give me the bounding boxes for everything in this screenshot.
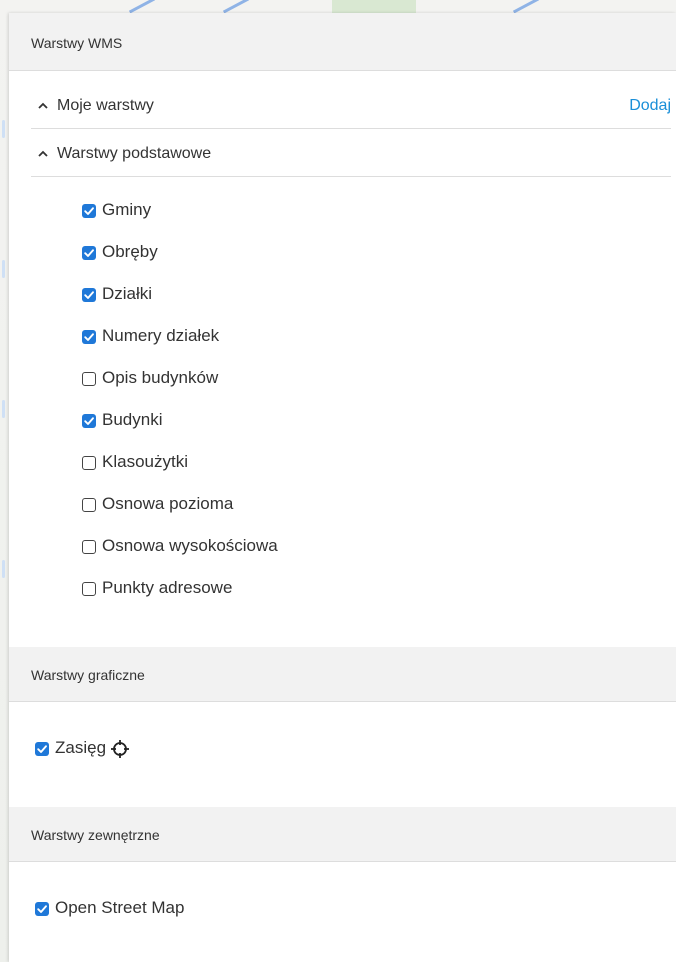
checkbox-unchecked[interactable]: [82, 372, 96, 386]
checkbox-unchecked[interactable]: [82, 456, 96, 470]
group-moje-warstwy[interactable]: Moje warstwy Dodaj: [31, 86, 671, 129]
layer-label[interactable]: Obręby: [102, 242, 158, 262]
layer-label[interactable]: Osnowa wysokościowa: [102, 536, 278, 556]
layer-label[interactable]: Osnowa pozioma: [102, 494, 233, 514]
add-layer-link[interactable]: Dodaj: [629, 97, 671, 115]
layer-label[interactable]: Klasoużytki: [102, 452, 188, 472]
check-icon: [37, 745, 47, 753]
layers-panel: Warstwy WMS Moje warstwy Dodaj Warstwy p…: [9, 13, 676, 962]
layer-label[interactable]: Budynki: [102, 410, 162, 430]
section-header-graficzne: Warstwy graficzne: [9, 647, 676, 702]
map-road: [512, 0, 540, 14]
section-title-graficzne: Warstwy graficzne: [31, 667, 145, 683]
check-icon: [37, 905, 47, 913]
map-road: [128, 0, 156, 14]
section-title-wms: Warstwy WMS: [31, 35, 123, 51]
map-background-top[interactable]: [0, 0, 676, 14]
checkbox-checked[interactable]: [82, 204, 96, 218]
map-road: [2, 560, 5, 578]
section-header-zewnetrzne: Warstwy zewnętrzne: [9, 807, 676, 862]
checkbox-checked[interactable]: [82, 330, 96, 344]
group-label-warstwy-podstawowe[interactable]: Warstwy podstawowe: [57, 145, 211, 163]
checkbox-unchecked[interactable]: [82, 582, 96, 596]
layer-label[interactable]: Gminy: [102, 200, 151, 220]
section-header-wms: Warstwy WMS: [9, 13, 676, 71]
checkbox-checked[interactable]: [82, 288, 96, 302]
layer-label[interactable]: Zasięg: [55, 738, 106, 758]
layer-label[interactable]: Opis budynków: [102, 368, 218, 388]
layer-label[interactable]: Punkty adresowe: [102, 578, 232, 598]
check-icon: [84, 207, 94, 215]
layer-label[interactable]: Działki: [102, 284, 152, 304]
map-road: [222, 0, 250, 14]
chevron-up-icon[interactable]: [37, 100, 49, 112]
check-icon: [84, 249, 94, 257]
crosshair-icon[interactable]: [110, 739, 130, 759]
checkbox-unchecked[interactable]: [82, 498, 96, 512]
check-icon: [84, 333, 94, 341]
checkbox-checked[interactable]: [82, 246, 96, 260]
map-park-area: [332, 0, 416, 13]
group-label-moje-warstwy[interactable]: Moje warstwy: [57, 97, 154, 115]
layer-label[interactable]: Numery działek: [102, 326, 219, 346]
checkbox-checked[interactable]: [35, 902, 49, 916]
layer-label[interactable]: Open Street Map: [55, 898, 184, 918]
checkbox-unchecked[interactable]: [82, 540, 96, 554]
checkbox-checked[interactable]: [82, 414, 96, 428]
map-road: [2, 120, 5, 138]
check-icon: [84, 291, 94, 299]
chevron-up-icon[interactable]: [37, 148, 49, 160]
map-background-left[interactable]: [0, 0, 9, 962]
checkbox-checked[interactable]: [35, 742, 49, 756]
map-road: [2, 400, 5, 418]
group-warstwy-podstawowe[interactable]: Warstwy podstawowe: [31, 134, 671, 177]
check-icon: [84, 417, 94, 425]
map-road: [2, 260, 5, 278]
section-title-zewnetrzne: Warstwy zewnętrzne: [31, 827, 160, 843]
